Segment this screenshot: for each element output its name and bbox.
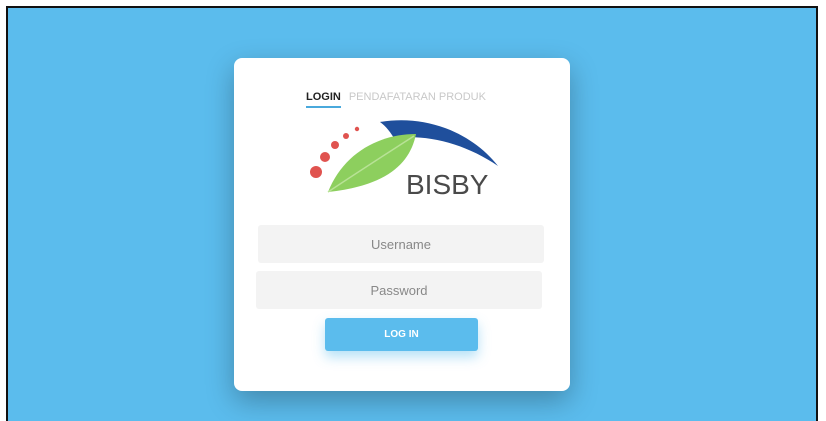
password-input[interactable] — [256, 271, 542, 309]
logo-leaf-vein — [327, 135, 415, 193]
login-card: LOGIN PENDAFATARAN PRODUK BISBY LOG IN — [234, 58, 570, 391]
tab-login[interactable]: LOGIN — [306, 91, 341, 108]
logo-dot — [310, 166, 322, 178]
login-button[interactable]: LOG IN — [325, 318, 478, 351]
auth-tabs: LOGIN PENDAFATARAN PRODUK — [306, 91, 486, 108]
logo-text: BISBY — [406, 169, 489, 200]
bisby-logo: BISBY — [310, 120, 498, 200]
logo-dot — [320, 152, 330, 162]
logo-dot — [343, 133, 349, 139]
page-background: LOGIN PENDAFATARAN PRODUK BISBY LOG IN — [6, 6, 818, 421]
logo-dot — [354, 126, 360, 132]
tab-product-registration[interactable]: PENDAFATARAN PRODUK — [349, 91, 486, 108]
logo-dot — [331, 141, 339, 149]
username-input[interactable] — [258, 225, 544, 263]
